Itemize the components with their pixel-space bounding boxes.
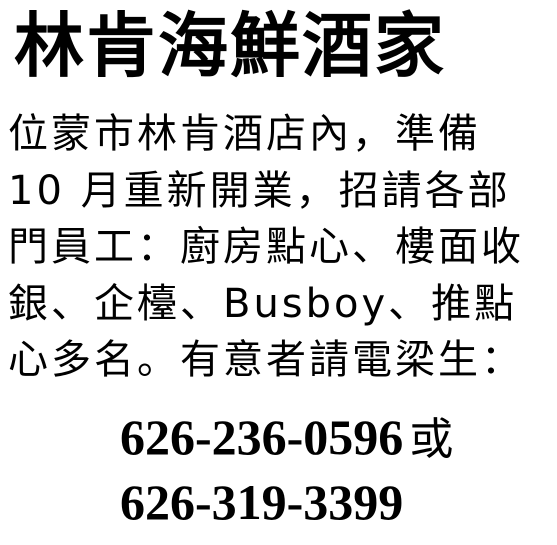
ad-body-line: 門員工：廚房點心、樓面收 xyxy=(8,224,524,271)
phone-number-2: 626-319-3399 xyxy=(120,474,404,530)
ad-body-line: 銀、企檯、Busboy、推點 xyxy=(8,280,518,327)
phone-line-1: 626-236-0596 或 xyxy=(120,406,550,471)
ad-body: 位蒙市林肯酒店內，準備 10 月重新開業，招請各部 門員工：廚房點心、樓面收 銀… xyxy=(8,106,553,389)
ad-title: 林肯海鮮酒家 xyxy=(14,5,446,87)
ad-body-line: 心多名。有意者請電梁生： xyxy=(8,337,524,384)
ad-body-line: 位蒙市林肯酒店內，準備 xyxy=(8,111,481,157)
phone-number-1: 626-236-0596 xyxy=(120,409,404,465)
classified-ad: 林肯海鮮酒家 位蒙市林肯酒店內，準備 10 月重新開業，招請各部 門員工：廚房點… xyxy=(0,0,557,545)
or-label: 或 xyxy=(409,414,454,465)
phone-line-2: 626-319-3399 xyxy=(120,471,550,533)
ad-body-line: 10 月重新開業，招請各部 xyxy=(8,167,511,214)
contact-phones: 626-236-0596 或 626-319-3399 xyxy=(120,406,550,533)
